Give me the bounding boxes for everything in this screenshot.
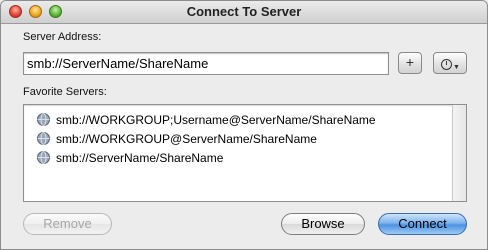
window-title: Connect To Server — [186, 4, 302, 19]
title-bar[interactable]: Connect To Server — [1, 1, 487, 24]
server-address-field[interactable] — [23, 52, 389, 75]
favorite-server-text: smb://WORKGROUP@ServerName/ShareName — [56, 132, 317, 146]
favorite-servers-label: Favorite Servers: — [23, 86, 107, 98]
favorite-servers-list[interactable]: smb://WORKGROUP;Username@ServerName/Shar… — [23, 104, 467, 202]
browse-button[interactable]: Browse — [281, 213, 365, 235]
recent-servers-button[interactable]: ▼ — [433, 52, 467, 74]
network-server-icon — [37, 132, 50, 145]
list-item[interactable]: smb://ServerName/ShareName — [37, 149, 223, 167]
favorite-server-text: smb://WORKGROUP;Username@ServerName/Shar… — [56, 113, 376, 127]
network-server-icon — [37, 151, 50, 164]
clock-icon — [441, 59, 453, 70]
plus-icon: + — [405, 54, 415, 70]
vertical-scrollbar[interactable] — [452, 105, 466, 201]
server-address-input[interactable] — [27, 53, 385, 74]
connect-button[interactable]: Connect — [378, 213, 467, 235]
chevron-down-icon: ▼ — [453, 64, 460, 71]
favorite-server-text: smb://ServerName/ShareName — [56, 151, 224, 165]
server-address-label: Server Address: — [23, 31, 102, 43]
list-item[interactable]: smb://WORKGROUP;Username@ServerName/Shar… — [37, 111, 376, 129]
connect-to-server-window: Connect To Server Server Address: + ▼ Fa… — [0, 0, 488, 250]
list-item[interactable]: smb://WORKGROUP@ServerName/ShareName — [37, 130, 317, 148]
add-to-favorites-button[interactable]: + — [398, 52, 422, 74]
network-server-icon — [37, 113, 50, 126]
remove-button[interactable]: Remove — [23, 213, 112, 235]
